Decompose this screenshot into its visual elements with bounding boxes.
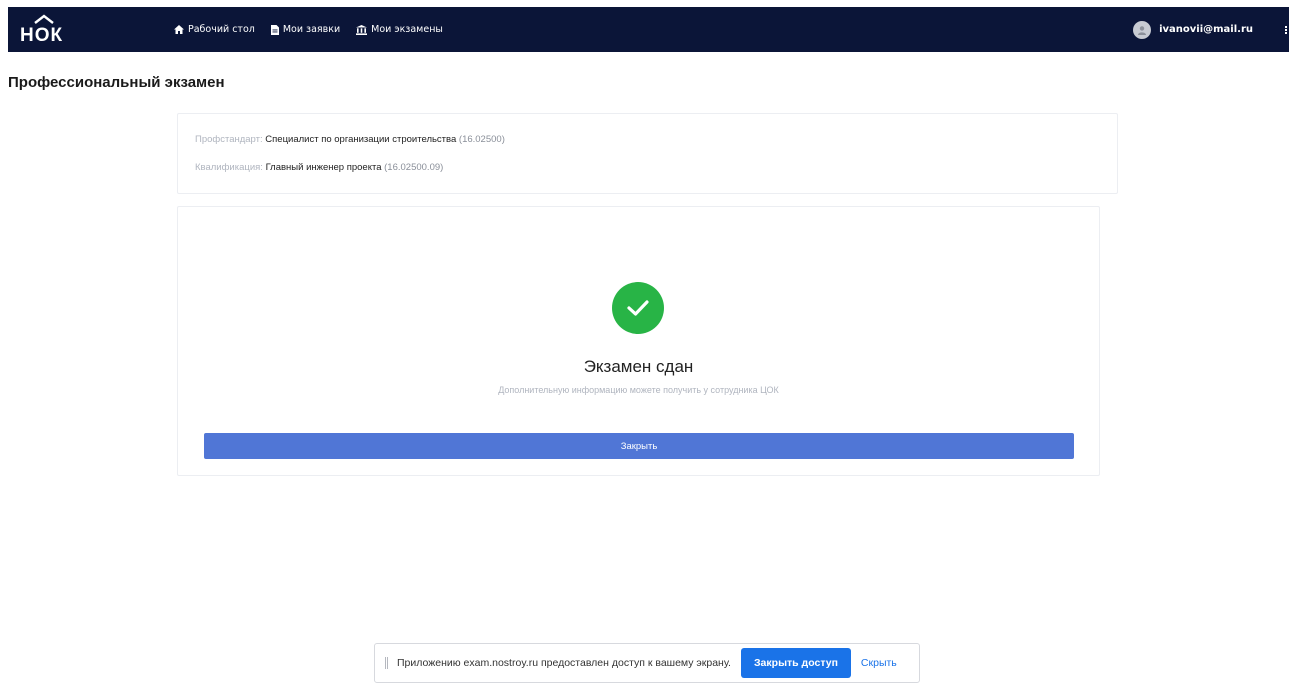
- exam-result-card: Экзамен сдан Дополнительную информацию м…: [177, 206, 1100, 476]
- checkmark-icon: [627, 300, 649, 316]
- roof-icon: [34, 14, 54, 24]
- qualification-code: (16.02500.09): [384, 162, 444, 173]
- result-subtitle: Дополнительную информацию можете получит…: [498, 385, 779, 395]
- page-title: Профессиональный экзамен: [8, 74, 225, 91]
- nav-label-applications: Мои заявки: [282, 24, 341, 35]
- user-email: ivanovii@mail.ru: [1159, 24, 1253, 35]
- home-icon: [174, 25, 184, 34]
- top-navbar: НОК Рабочий стол Мои заявки Мои экзамены…: [8, 7, 1289, 52]
- result-title: Экзамен сдан: [583, 357, 694, 376]
- user-icon: [1138, 25, 1147, 35]
- qualification-row: Квалификация: Главный инженер проекта (1…: [195, 162, 443, 173]
- user-menu[interactable]: ivanovii@mail.ru: [1133, 7, 1253, 52]
- institution-icon: [356, 24, 368, 35]
- share-message: Приложению exam.nostroy.ru предоставлен …: [397, 657, 731, 669]
- standard-value: Специалист по организации строительства: [265, 134, 457, 145]
- nav-label-dashboard: Рабочий стол: [188, 24, 255, 35]
- nav-item-exams[interactable]: Мои экзамены: [356, 24, 443, 35]
- nav-item-applications[interactable]: Мои заявки: [270, 24, 341, 35]
- qualification-value: Главный инженер проекта: [265, 162, 382, 173]
- avatar: [1133, 20, 1152, 39]
- standard-row: Профстандарт: Специалист по организации …: [195, 134, 505, 145]
- exam-info-card: Профстандарт: Специалист по организации …: [177, 113, 1118, 194]
- hide-link[interactable]: Скрыть: [861, 657, 897, 669]
- logo-text: НОК: [20, 25, 64, 46]
- site-logo[interactable]: НОК: [20, 14, 72, 46]
- close-button[interactable]: Закрыть: [204, 433, 1074, 459]
- screen-share-bar: Приложению exam.nostroy.ru предоставлен …: [374, 643, 920, 683]
- success-badge: [612, 282, 664, 334]
- qualification-label: Квалификация:: [195, 162, 263, 173]
- standard-label: Профстандарт:: [195, 134, 263, 145]
- drag-handle-icon[interactable]: [385, 657, 389, 669]
- stop-sharing-button[interactable]: Закрыть доступ: [740, 648, 851, 678]
- nav-label-exams: Мои экзамены: [371, 24, 443, 35]
- document-icon: [270, 24, 279, 35]
- main-nav: Рабочий стол Мои заявки Мои экзамены: [174, 7, 443, 52]
- nav-item-dashboard[interactable]: Рабочий стол: [174, 24, 255, 35]
- standard-code: (16.02500): [458, 134, 505, 145]
- more-icon[interactable]: [1285, 25, 1289, 35]
